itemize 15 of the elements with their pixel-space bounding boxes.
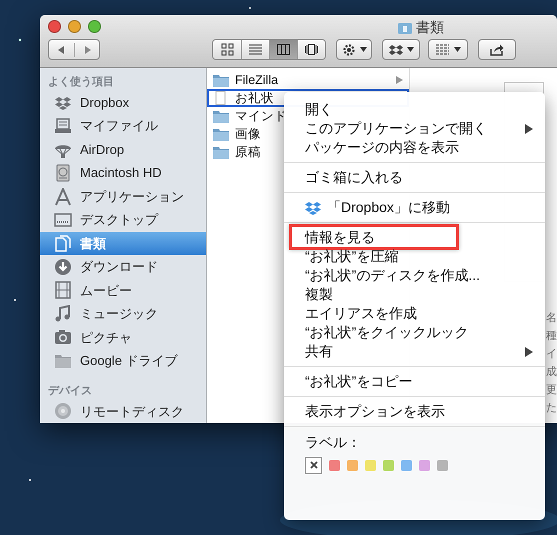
file-name: マインド — [235, 108, 287, 125]
sidebar-heading: よく使う項目 — [47, 75, 115, 90]
file-name: お礼状 — [235, 90, 274, 107]
sidebar-heading: デバイス — [47, 384, 93, 399]
file-name: 原稿 — [235, 144, 261, 161]
preview-text: イ — [546, 347, 557, 361]
file-name: 画像 — [235, 126, 261, 143]
preview-text: 更 — [546, 383, 557, 397]
window-title: 書類 — [416, 18, 444, 37]
preview-text: た — [546, 401, 557, 415]
label-heading: ラベル： — [304, 433, 362, 451]
preview-text: 成 — [546, 365, 557, 379]
preview-text: 種 — [546, 329, 557, 343]
file-name: FileZilla — [235, 72, 278, 89]
preview-text: 名 — [546, 311, 557, 325]
